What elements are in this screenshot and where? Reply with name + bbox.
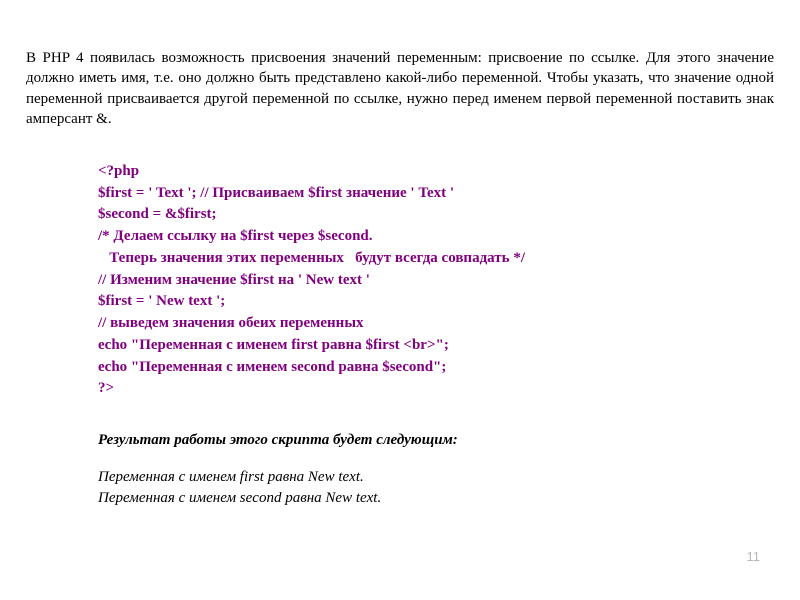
result-heading: Результат работы этого скрипта будет сле… (98, 430, 774, 451)
code-block: <?php $first = ' Text '; // Присваиваем … (98, 139, 774, 400)
code-line: $second = &$first; (98, 206, 217, 222)
document-page: В PHP 4 появилась возможность присвоения… (0, 0, 800, 529)
code-line: $first = ' New text '; (98, 293, 225, 309)
intro-paragraph: В PHP 4 появилась возможность присвоения… (26, 48, 774, 129)
result-output: Переменная с именем first равна New text… (98, 467, 774, 509)
result-line: Переменная с именем second равна New tex… (98, 488, 774, 509)
code-line: // Изменим значение $first на ' New text… (98, 272, 370, 288)
result-line: Переменная с именем first равна New text… (98, 467, 774, 488)
page-number: 11 (747, 549, 761, 564)
code-line: Теперь значения этих переменных будут вс… (98, 250, 525, 266)
code-line: /* Делаем ссылку на $first через $second… (98, 228, 373, 244)
code-line: <?php (98, 163, 139, 179)
code-line: // выведем значения обеих переменных (98, 315, 364, 331)
code-line: ?> (98, 380, 114, 396)
code-line: echo "Переменная с именем first равна $f… (98, 337, 449, 353)
code-line: $first = ' Text '; // Присваиваем $first… (98, 185, 454, 201)
code-line: echo "Переменная с именем second равна $… (98, 359, 446, 375)
